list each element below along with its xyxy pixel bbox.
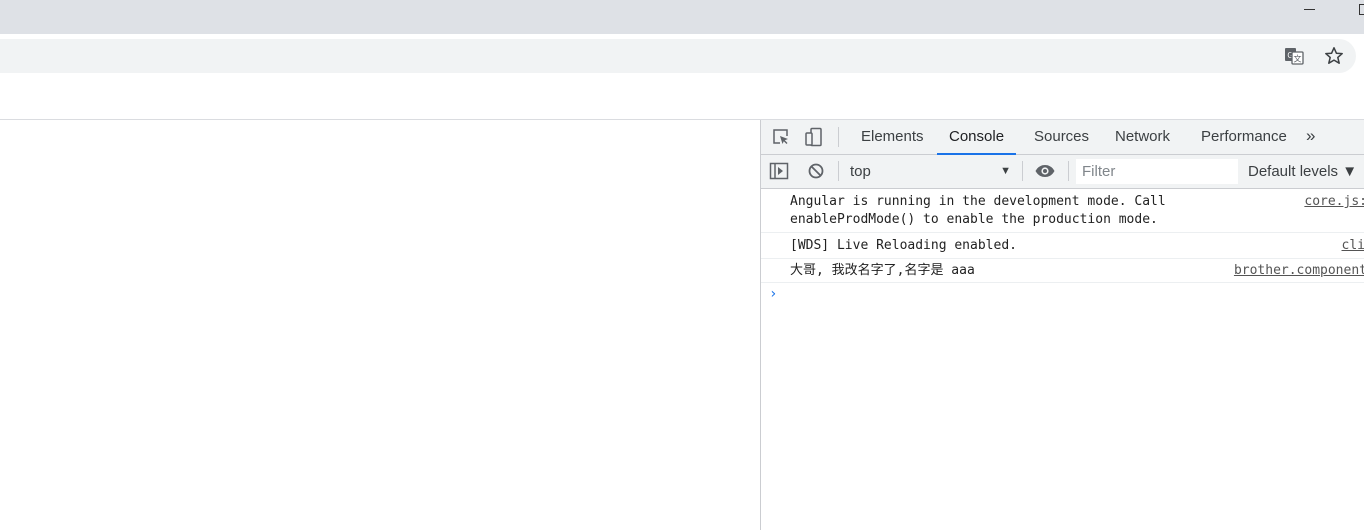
tab-network[interactable]: Network (1103, 120, 1182, 154)
console-message: [WDS] Live Reloading enabled. cli (761, 233, 1364, 259)
translate-icon[interactable]: G 文 (1282, 44, 1306, 68)
toolbar-divider (838, 161, 839, 181)
sidebar-toggle-icon[interactable] (765, 157, 793, 185)
eye-icon[interactable] (1031, 157, 1059, 185)
console-message-text: Angular is running in the development mo… (790, 194, 1166, 227)
execution-context-label: top (850, 163, 871, 180)
tab-elements[interactable]: Elements (849, 120, 936, 154)
device-toolbar-icon[interactable] (800, 123, 828, 151)
browser-toolbar: G 文 (0, 34, 1364, 79)
console-toolbar: top ▼ Default levels ▼ (761, 155, 1364, 189)
console-message-source-link[interactable]: brother.component (1234, 262, 1364, 280)
svg-text:文: 文 (1294, 54, 1302, 64)
title-bar (0, 0, 1364, 34)
console-messages: Angular is running in the development mo… (761, 189, 1364, 307)
console-message: 大哥, 我改名字了,名字是 aaa brother.component (761, 259, 1364, 283)
bookmarks-bar (0, 79, 1364, 120)
console-message-text: [WDS] Live Reloading enabled. (790, 238, 1017, 253)
maximize-button[interactable] (1352, 0, 1364, 20)
toolbar-divider (838, 127, 839, 147)
address-bar[interactable] (0, 39, 1356, 73)
console-message-source-link[interactable]: cli (1342, 237, 1364, 255)
prompt-chevron-icon: › (769, 286, 778, 302)
clear-console-icon[interactable] (802, 157, 830, 185)
tab-sources[interactable]: Sources (1022, 120, 1101, 154)
console-message-source-link[interactable]: core.js: (1304, 193, 1364, 211)
log-levels-dropdown[interactable]: Default levels ▼ (1248, 159, 1357, 184)
dropdown-caret-icon: ▼ (1000, 165, 1011, 177)
console-message: Angular is running in the development mo… (761, 189, 1364, 233)
inspect-element-icon[interactable] (767, 123, 795, 151)
devtools-tab-bar: Elements Console Sources Network Perform… (761, 120, 1364, 155)
page-content (0, 120, 760, 530)
execution-context-select[interactable]: top ▼ (843, 159, 1015, 184)
toolbar-divider (1068, 161, 1069, 181)
console-prompt-row[interactable]: › (761, 283, 1364, 307)
star-icon[interactable] (1322, 44, 1346, 68)
minimize-button[interactable] (1297, 0, 1323, 20)
toolbar-divider (1022, 161, 1023, 181)
tab-performance[interactable]: Performance (1189, 120, 1299, 154)
tab-console[interactable]: Console (937, 120, 1017, 155)
more-tabs-button[interactable]: » (1306, 120, 1315, 154)
filter-input[interactable] (1076, 159, 1238, 184)
devtools-panel: Elements Console Sources Network Perform… (760, 120, 1364, 530)
